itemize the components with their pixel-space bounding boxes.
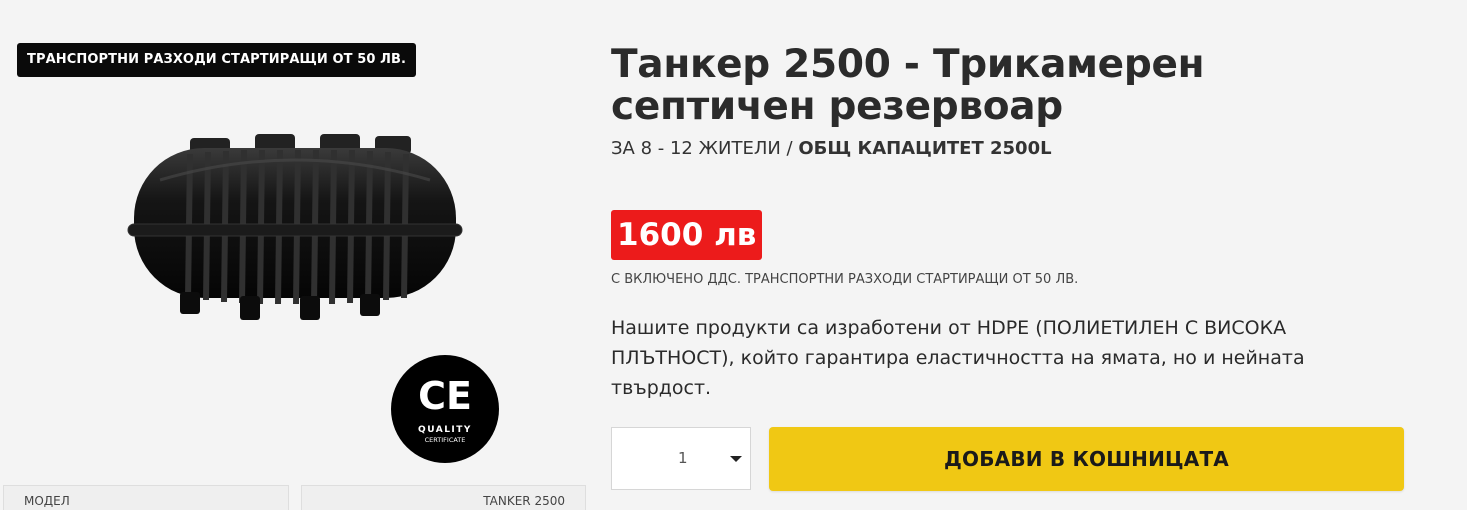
quantity-value: 1 [678, 449, 688, 467]
product-subtitle: ЗА 8 - 12 ЖИТЕЛИ / ОБЩ КАПАЦИТЕТ 2500L [611, 138, 1052, 159]
ce-mark: CE [418, 374, 472, 418]
price-badge: 1600 лв [611, 210, 763, 260]
septic-tank-image[interactable] [120, 120, 470, 330]
spec-value-model: TANKER 2500 [301, 485, 586, 510]
ce-certificate-text: CERTIFICATE [425, 436, 466, 444]
ce-quality-text: QUALITY [418, 425, 472, 435]
product-title: Танкер 2500 - Трикамерен септичен резерв… [611, 42, 1205, 129]
tank-seam [127, 223, 463, 237]
product-page: ТРАНСПОРТНИ РАЗХОДИ СТАРТИРАЩИ ОТ 50 ЛВ. [0, 0, 1467, 510]
product-description: Нашите продукти са изработени от HDPE (П… [611, 317, 1305, 399]
chevron-down-icon [730, 456, 742, 462]
subtitle-capacity: ОБЩ КАПАЦИТЕТ 2500L [798, 138, 1052, 159]
spec-label-model: МОДЕЛ [3, 485, 289, 510]
ce-certificate-icon: CE QUALITY CERTIFICATE [391, 355, 499, 463]
shipping-badge: ТРАНСПОРТНИ РАЗХОДИ СТАРТИРАЩИ ОТ 50 ЛВ. [17, 43, 417, 77]
quantity-select[interactable]: 1 [611, 427, 751, 490]
vat-note: С ВКЛЮЧЕНО ДДС. ТРАНСПОРТНИ РАЗХОДИ СТАР… [611, 272, 1079, 287]
add-to-cart-button[interactable]: ДОБАВИ В КОШНИЦАТА [769, 427, 1404, 491]
subtitle-residents: ЗА 8 - 12 ЖИТЕЛИ / [611, 138, 799, 159]
